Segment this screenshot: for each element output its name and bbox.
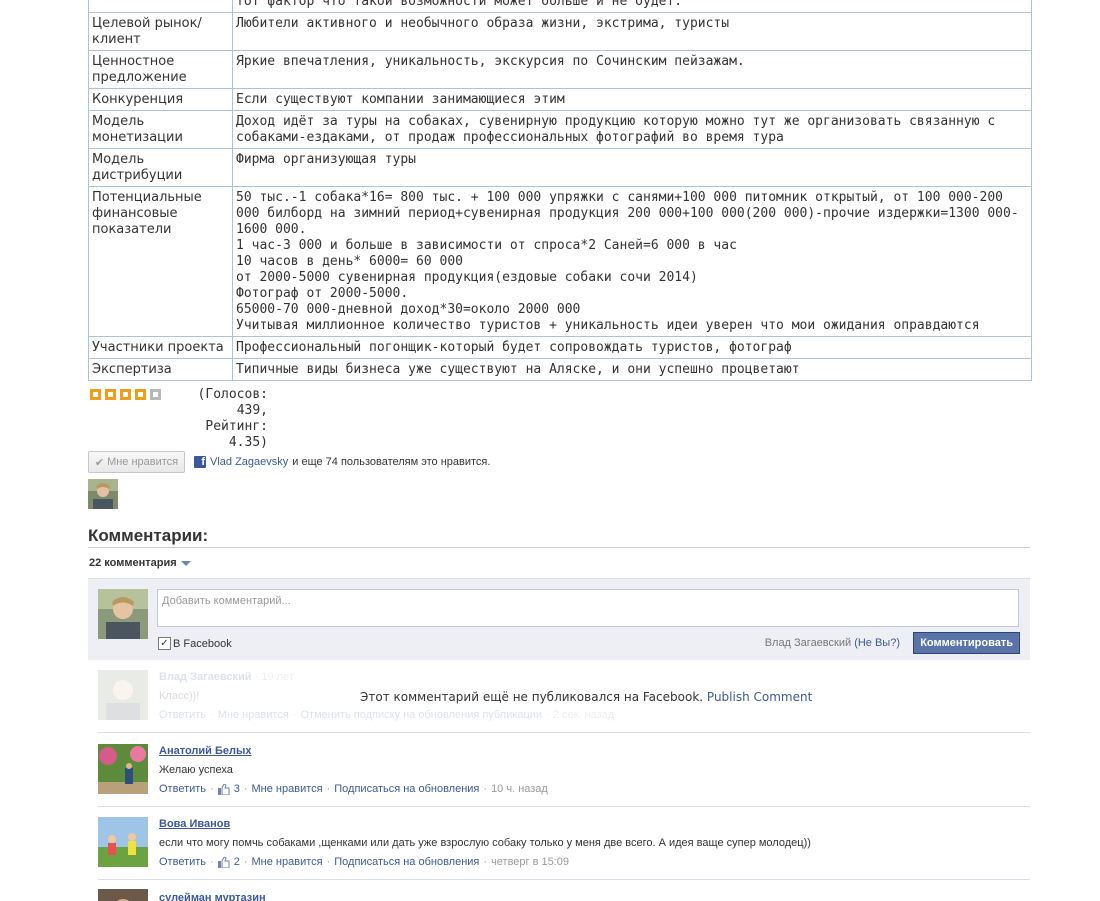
- thumbs-up-icon: [217, 783, 230, 795]
- comment-compose-box: Добавить комментарий... ✓ В Facebook Вла…: [88, 578, 1030, 660]
- subscribe-link[interactable]: Подписаться на обновления: [334, 856, 479, 868]
- row-value: Типичные виды бизнеса уже существуют на …: [232, 358, 1032, 381]
- divider: [98, 879, 1030, 880]
- avatar[interactable]: [98, 817, 148, 867]
- post-to-facebook-label: В Facebook: [173, 637, 232, 650]
- reply-link[interactable]: Ответить: [159, 709, 206, 721]
- comment-text: Желаю успеха: [159, 764, 233, 776]
- comment-actions: Ответить · Мне нравится · Отменить подписк…: [159, 709, 615, 721]
- row-label: Целевой рынок/ клиент: [88, 12, 233, 51]
- like-link[interactable]: Мне нравится: [252, 856, 323, 868]
- table-row: тот фактор что такой возможности может б…: [88, 0, 1032, 13]
- row-label: Ценностное предложение: [88, 50, 233, 89]
- unpublished-notice: Этот комментарий ещё не публиковался на …: [360, 690, 812, 704]
- row-label: Участники проекта: [88, 336, 233, 359]
- checkmark-icon: ✔: [94, 456, 105, 469]
- star-rating[interactable]: [90, 389, 161, 400]
- reply-link[interactable]: Ответить: [159, 856, 206, 868]
- table-row: Потенциальные финансовые показатели 50 ты…: [88, 186, 1032, 337]
- row-label: Экспертиза: [88, 358, 233, 381]
- subscribe-link[interactable]: Подписаться на обновления: [334, 783, 479, 795]
- comment-time: · 19 лет: [254, 671, 294, 683]
- comment-count-label: 22 комментария: [89, 557, 177, 569]
- row-value: Доход идёт за туры на собаках, сувенирну…: [232, 110, 1032, 149]
- table-row: Экспертиза Типичные виды бизнеса уже суще…: [88, 358, 1032, 381]
- avatar[interactable]: [98, 889, 148, 901]
- chevron-down-icon: [180, 560, 191, 566]
- not-you-link[interactable]: (Не Вы?): [854, 637, 900, 649]
- liker-avatar[interactable]: [88, 479, 118, 509]
- row-value: тот фактор что такой возможности может б…: [232, 0, 1032, 13]
- checkbox-checked-icon[interactable]: ✓: [158, 637, 171, 650]
- divider: [88, 547, 1030, 548]
- row-value: Любители активного и необычного образа ж…: [232, 12, 1032, 51]
- like-summary-text: и еще 74 пользователям это нравится.: [292, 456, 491, 468]
- row-label: [88, 0, 233, 13]
- posting-as: Влад Загаевский (Не Вы?): [765, 637, 900, 649]
- submit-comment-button[interactable]: Комментировать: [913, 632, 1020, 654]
- like-button[interactable]: ✔ Мне нравится: [88, 451, 185, 473]
- row-label: Конкуренция: [88, 88, 233, 111]
- star-icon[interactable]: [90, 389, 101, 400]
- row-label: Потенциальные финансовые показатели: [88, 186, 233, 337]
- like-count[interactable]: 3: [234, 783, 240, 795]
- like-button-label: Мне нравится: [107, 456, 179, 468]
- avatar: [98, 589, 148, 639]
- row-value: 50 тыс.-1 собака*16= 800 тыс. + 100 000 …: [232, 186, 1032, 337]
- star-icon[interactable]: [120, 389, 131, 400]
- comment-author-name[interactable]: Влад Загаевский: [159, 671, 252, 683]
- table-row: Ценностное предложение Яркие впечатления,…: [88, 50, 1032, 89]
- row-label: Модель дистрибуции: [88, 148, 233, 187]
- divider: [98, 732, 1030, 733]
- table-row: Конкуренция Если существуют компании зани…: [88, 88, 1032, 111]
- row-value: Яркие впечатления, уникальность, экскурс…: [232, 50, 1032, 89]
- divider: [98, 806, 1030, 807]
- comment-time: · 2 сек. назад: [546, 709, 615, 721]
- post-to-facebook-checkbox[interactable]: ✓ В Facebook: [158, 637, 232, 650]
- row-label: Модель монетизации: [88, 110, 233, 149]
- comment-input[interactable]: Добавить комментарий...: [157, 589, 1019, 627]
- comment-text: если что могу помчь собаками ,щенками ил…: [159, 837, 811, 849]
- comments-title: Комментарии:: [88, 526, 209, 545]
- table-row: Модель дистрибуции Фирма организующая тур…: [88, 148, 1032, 187]
- publish-comment-link[interactable]: Publish Comment: [707, 690, 812, 704]
- comment-actions: Ответить · 3 · Мне нравится · Подписаться н…: [159, 783, 548, 795]
- star-icon[interactable]: [105, 389, 116, 400]
- comment-item: Анатолий Белых Желаю успеха Ответить · 3 ·…: [98, 744, 1030, 799]
- table-row: Участники проекта Профессиональный погонщ…: [88, 336, 1032, 359]
- unsubscribe-link[interactable]: Отменить подписку на обновления публикац…: [300, 709, 542, 721]
- rating-votes: (Голосов: 439, Рейтинг: 4.35): [197, 387, 268, 450]
- row-value: Фирма организующая туры: [232, 148, 1032, 187]
- comment-count-dropdown[interactable]: 22 комментария: [89, 557, 191, 569]
- liker-name-link[interactable]: Vlad Zagaevsky: [210, 456, 288, 468]
- comment-author[interactable]: сулейман муртазин: [159, 892, 266, 901]
- reply-link[interactable]: Ответить: [159, 783, 206, 795]
- avatar: [98, 670, 148, 720]
- row-value: Если существуют компании занимающиеся эт…: [232, 88, 1032, 111]
- comment-item: сулейман муртазин: [98, 889, 1030, 901]
- notice-text: Этот комментарий ещё не публиковался на …: [360, 690, 704, 704]
- star-icon[interactable]: [150, 389, 161, 400]
- comment-time: четверг в 15:09: [491, 856, 570, 868]
- comment-author[interactable]: Анатолий Белых: [159, 745, 252, 757]
- like-summary: f Vlad Zagaevsky и еще 74 пользователям …: [194, 456, 490, 468]
- comment-actions: Ответить · 2 · Мне нравится · Подписаться н…: [159, 856, 570, 868]
- thumbs-up-icon: [217, 856, 230, 868]
- row-value: Профессиональный погонщик-который будет …: [232, 336, 1032, 359]
- business-plan-table: тот фактор что такой возможности может б…: [88, 0, 1032, 381]
- comment-author[interactable]: Влад Загаевский · 19 лет: [159, 671, 294, 683]
- comment-time: 10 ч. назад: [491, 783, 548, 795]
- facebook-icon: f: [194, 456, 206, 468]
- comment-author[interactable]: Вова Иванов: [159, 818, 230, 830]
- star-icon[interactable]: [135, 389, 146, 400]
- comment-text: Класс))!: [159, 690, 200, 702]
- like-count[interactable]: 2: [234, 856, 240, 868]
- like-link[interactable]: Мне нравится: [218, 709, 289, 721]
- table-row: Модель монетизации Доход идёт за туры на …: [88, 110, 1032, 149]
- table-row: Целевой рынок/ клиент Любители активного …: [88, 12, 1032, 51]
- avatar[interactable]: [98, 744, 148, 794]
- like-link[interactable]: Мне нравится: [252, 783, 323, 795]
- posting-as-name: Влад Загаевский: [764, 637, 852, 649]
- comment-item: Вова Иванов если что могу помчь собаками…: [98, 817, 1030, 872]
